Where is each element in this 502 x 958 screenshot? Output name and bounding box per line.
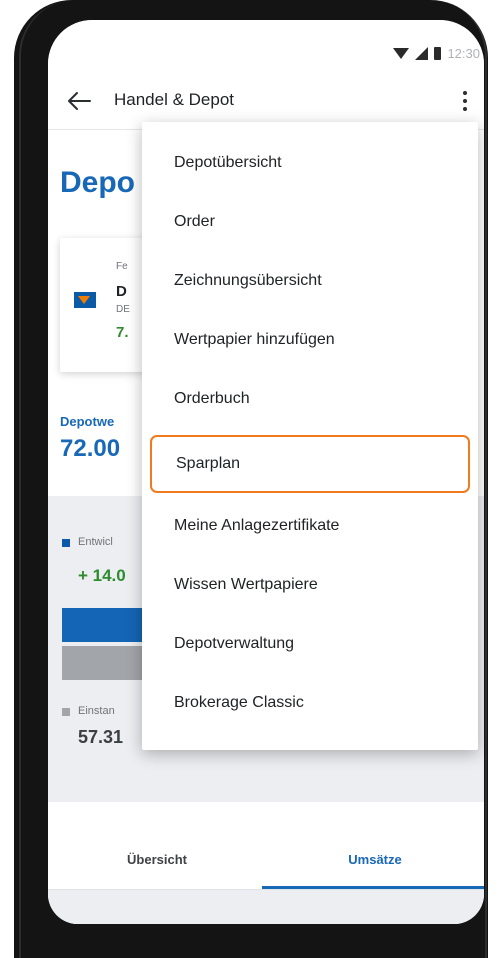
depot-value: 72.00 — [60, 435, 121, 462]
card-value: 7. — [116, 324, 129, 341]
development-value: + 14.0 — [78, 566, 126, 585]
menu-item-orderbuch[interactable]: Orderbuch — [142, 370, 478, 428]
tab-umsaetze[interactable]: Umsätze — [266, 828, 484, 890]
back-arrow-icon[interactable] — [66, 89, 92, 113]
page-title: Depo — [60, 166, 135, 199]
tab-bar: Übersicht Umsätze — [48, 828, 484, 890]
menu-item-wissen-wertpapiere[interactable]: Wissen Wertpapiere — [142, 556, 478, 614]
menu-item-sparplan[interactable]: Sparplan — [150, 435, 470, 493]
card-subtitle: Fe — [116, 261, 128, 272]
phone-frame: 12:30 Handel & Depot Depo Fe D DE 7. Dep… — [14, 0, 488, 958]
status-bar: 12:30 — [48, 20, 484, 72]
legend-development-label: Entwicl — [78, 536, 113, 548]
einstand-value: 57.31 — [78, 727, 124, 747]
signal-icon — [415, 47, 429, 60]
menu-item-wertpapier-hinzufuegen[interactable]: Wertpapier hinzufügen — [142, 311, 478, 369]
battery-icon — [434, 47, 442, 60]
menu-item-depotverwaltung[interactable]: Depotverwaltung — [142, 615, 478, 673]
legend-development-marker — [62, 539, 70, 547]
legend-einstand-marker — [62, 708, 70, 716]
overflow-menu: Depotübersicht Order Zeichnungsübersicht… — [142, 122, 478, 750]
card-iban: DE — [116, 304, 130, 315]
menu-item-meine-anlagezertifikate[interactable]: Meine Anlagezertifikate — [142, 497, 478, 555]
vr-bank-logo-icon — [74, 292, 96, 308]
menu-item-depotuebersicht[interactable]: Depotübersicht — [142, 134, 478, 192]
bottom-area — [48, 890, 484, 924]
phone-screen: 12:30 Handel & Depot Depo Fe D DE 7. Dep… — [48, 20, 484, 924]
more-vertical-icon[interactable] — [458, 86, 472, 116]
depot-value-label: Depotwe — [60, 414, 115, 429]
menu-item-zeichnungsuebersicht[interactable]: Zeichnungsübersicht — [142, 252, 478, 310]
status-icons: 12:30 — [393, 46, 480, 61]
app-bar-title: Handel & Depot — [114, 90, 235, 109]
menu-item-brokerage-classic[interactable]: Brokerage Classic — [142, 674, 478, 732]
wifi-icon — [393, 48, 410, 59]
status-time: 12:30 — [447, 46, 480, 61]
menu-item-order[interactable]: Order — [142, 193, 478, 251]
tab-uebersicht[interactable]: Übersicht — [48, 828, 266, 890]
active-tab-indicator — [262, 886, 484, 889]
card-title: D — [116, 283, 127, 300]
legend-einstand-label: Einstan — [78, 705, 115, 717]
